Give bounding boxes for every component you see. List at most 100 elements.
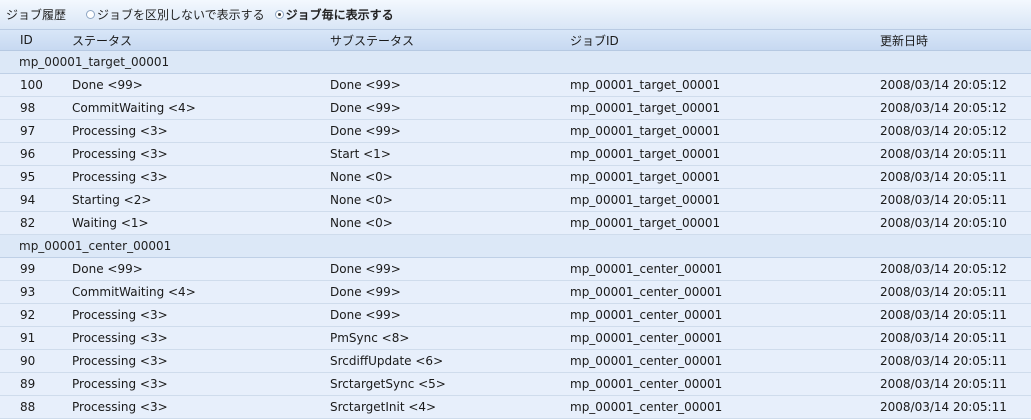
cell-id: 95 <box>20 170 36 184</box>
cell-updated: 2008/03/14 20:05:11 <box>880 400 1007 414</box>
cell-id: 100 <box>20 78 43 92</box>
cell-status: Processing <3> <box>72 170 168 184</box>
cell-jobid: mp_00001_center_00001 <box>570 377 723 391</box>
cell-id: 94 <box>20 193 36 207</box>
cell-status: CommitWaiting <4> <box>72 285 196 299</box>
cell-jobid: mp_00001_center_00001 <box>570 308 723 322</box>
column-header-substatus[interactable]: サブステータス <box>330 30 414 50</box>
table-body: mp_00001_target_00001 100 Done <99> Done… <box>0 51 1031 419</box>
cell-id: 82 <box>20 216 36 230</box>
cell-id: 99 <box>20 262 36 276</box>
radio-show-all-jobs[interactable]: ジョブを区別しないで表示する <box>86 6 265 23</box>
cell-id: 92 <box>20 308 36 322</box>
cell-updated: 2008/03/14 20:05:10 <box>880 216 1007 230</box>
cell-id: 89 <box>20 377 36 391</box>
cell-jobid: mp_00001_center_00001 <box>570 331 723 345</box>
radio-unselected-icon[interactable] <box>86 10 96 19</box>
cell-status: Done <99> <box>72 78 143 92</box>
column-header-updated[interactable]: 更新日時 <box>880 30 928 50</box>
cell-id: 93 <box>20 285 36 299</box>
table-row[interactable]: 88 Processing <3> SrctargetInit <4> mp_0… <box>0 396 1031 419</box>
cell-id: 98 <box>20 101 36 115</box>
cell-updated: 2008/03/14 20:05:11 <box>880 193 1007 207</box>
table-row[interactable]: 93 CommitWaiting <4> Done <99> mp_00001_… <box>0 281 1031 304</box>
cell-jobid: mp_00001_target_00001 <box>570 101 721 115</box>
table-row[interactable]: 95 Processing <3> None <0> mp_00001_targ… <box>0 166 1031 189</box>
group-header[interactable]: mp_00001_center_00001 <box>0 235 1031 258</box>
cell-status: Waiting <1> <box>72 216 149 230</box>
cell-updated: 2008/03/14 20:05:11 <box>880 354 1007 368</box>
cell-jobid: mp_00001_center_00001 <box>570 400 723 414</box>
cell-status: Processing <3> <box>72 400 168 414</box>
cell-updated: 2008/03/14 20:05:12 <box>880 101 1007 115</box>
cell-jobid: mp_00001_target_00001 <box>570 170 721 184</box>
radio-show-all-jobs-label: ジョブを区別しないで表示する <box>97 8 265 22</box>
cell-substatus: Done <99> <box>330 285 401 299</box>
radio-show-per-job[interactable]: ジョブ毎に表示する <box>274 6 394 23</box>
cell-updated: 2008/03/14 20:05:12 <box>880 262 1007 276</box>
cell-substatus: PmSync <8> <box>330 331 410 345</box>
cell-status: Done <99> <box>72 262 143 276</box>
cell-jobid: mp_00001_target_00001 <box>570 216 721 230</box>
table-row[interactable]: 90 Processing <3> SrcdiffUpdate <6> mp_0… <box>0 350 1031 373</box>
cell-updated: 2008/03/14 20:05:11 <box>880 308 1007 322</box>
table-row[interactable]: 97 Processing <3> Done <99> mp_00001_tar… <box>0 120 1031 143</box>
cell-status: Processing <3> <box>72 147 168 161</box>
cell-jobid: mp_00001_target_00001 <box>570 147 721 161</box>
table-row[interactable]: 96 Processing <3> Start <1> mp_00001_tar… <box>0 143 1031 166</box>
table-row[interactable]: 99 Done <99> Done <99> mp_00001_center_0… <box>0 258 1031 281</box>
cell-id: 91 <box>20 331 36 345</box>
cell-status: Processing <3> <box>72 331 168 345</box>
cell-jobid: mp_00001_center_00001 <box>570 285 723 299</box>
cell-jobid: mp_00001_target_00001 <box>570 193 721 207</box>
cell-updated: 2008/03/14 20:05:11 <box>880 377 1007 391</box>
cell-id: 90 <box>20 354 36 368</box>
table-row[interactable]: 98 CommitWaiting <4> Done <99> mp_00001_… <box>0 97 1031 120</box>
cell-status: Processing <3> <box>72 124 168 138</box>
cell-updated: 2008/03/14 20:05:12 <box>880 124 1007 138</box>
job-history-toolbar: ジョブ履歴 ジョブを区別しないで表示する ジョブ毎に表示する <box>0 0 1031 30</box>
column-header-jobid[interactable]: ジョブID <box>570 30 619 50</box>
cell-substatus: None <0> <box>330 193 393 207</box>
cell-substatus: Start <1> <box>330 147 391 161</box>
cell-substatus: Done <99> <box>330 262 401 276</box>
cell-updated: 2008/03/14 20:05:11 <box>880 170 1007 184</box>
cell-status: Processing <3> <box>72 308 168 322</box>
cell-substatus: SrctargetSync <5> <box>330 377 446 391</box>
cell-substatus: Done <99> <box>330 101 401 115</box>
table-row[interactable]: 91 Processing <3> PmSync <8> mp_00001_ce… <box>0 327 1031 350</box>
radio-show-per-job-label: ジョブ毎に表示する <box>285 8 394 22</box>
cell-substatus: SrcdiffUpdate <6> <box>330 354 444 368</box>
cell-id: 88 <box>20 400 36 414</box>
radio-selected-icon[interactable] <box>274 10 284 19</box>
group-header[interactable]: mp_00001_target_00001 <box>0 51 1031 74</box>
cell-updated: 2008/03/14 20:05:11 <box>880 285 1007 299</box>
column-header-id[interactable]: ID <box>20 30 33 50</box>
cell-id: 96 <box>20 147 36 161</box>
table-row[interactable]: 94 Starting <2> None <0> mp_00001_target… <box>0 189 1031 212</box>
cell-jobid: mp_00001_target_00001 <box>570 78 721 92</box>
panel-title: ジョブ履歴 <box>6 8 67 22</box>
column-header-status[interactable]: ステータス <box>72 30 132 50</box>
table-header: ID ステータス サブステータス ジョブID 更新日時 <box>0 30 1031 51</box>
cell-substatus: Done <99> <box>330 78 401 92</box>
cell-status: Starting <2> <box>72 193 152 207</box>
cell-updated: 2008/03/14 20:05:11 <box>880 147 1007 161</box>
cell-status: CommitWaiting <4> <box>72 101 196 115</box>
table-row[interactable]: 82 Waiting <1> None <0> mp_00001_target_… <box>0 212 1031 235</box>
cell-jobid: mp_00001_center_00001 <box>570 354 723 368</box>
cell-status: Processing <3> <box>72 354 168 368</box>
table-row[interactable]: 100 Done <99> Done <99> mp_00001_target_… <box>0 74 1031 97</box>
cell-substatus: SrctargetInit <4> <box>330 400 437 414</box>
cell-updated: 2008/03/14 20:05:11 <box>880 331 1007 345</box>
table-row[interactable]: 92 Processing <3> Done <99> mp_00001_cen… <box>0 304 1031 327</box>
cell-substatus: None <0> <box>330 216 393 230</box>
table-row[interactable]: 89 Processing <3> SrctargetSync <5> mp_0… <box>0 373 1031 396</box>
cell-substatus: Done <99> <box>330 308 401 322</box>
cell-updated: 2008/03/14 20:05:12 <box>880 78 1007 92</box>
cell-substatus: Done <99> <box>330 124 401 138</box>
cell-substatus: None <0> <box>330 170 393 184</box>
cell-jobid: mp_00001_center_00001 <box>570 262 723 276</box>
cell-status: Processing <3> <box>72 377 168 391</box>
cell-id: 97 <box>20 124 36 138</box>
